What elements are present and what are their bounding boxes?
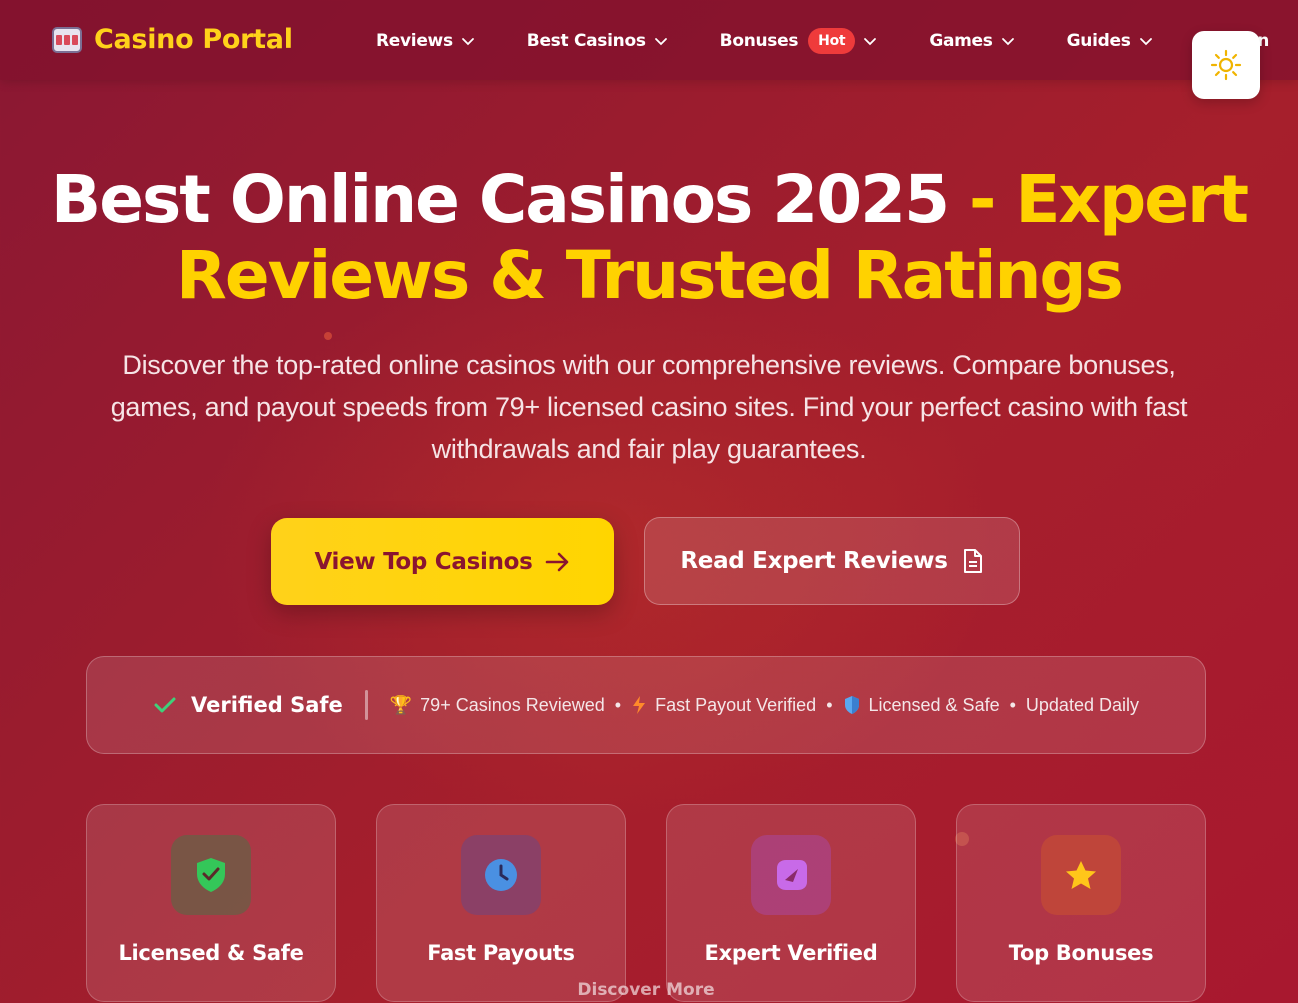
trust-list: 🏆 79+ Casinos Reviewed • Fast Payout Ver… [390,695,1139,716]
chevron-down-icon [654,38,667,46]
lightning-icon [633,696,646,714]
nav-item-guides[interactable]: Guides [1067,31,1153,51]
main-nav: Reviews Best Casinos Bonuses Hot Games G… [376,28,1298,54]
arrow-right-icon [545,552,568,571]
check-icon [154,697,176,713]
hero-subtitle: Discover the top-rated online casinos wi… [110,350,1188,464]
verified-label: Verified Safe [191,693,343,717]
card-icon-wrap [171,835,251,915]
button-label: Read Expert Reviews [680,548,948,574]
sparkle-dot [324,332,332,340]
feature-card-fast-payouts[interactable]: Fast Payouts [376,804,626,1002]
feature-card-top-bonuses[interactable]: Top Bonuses [956,804,1206,1002]
separator-dot: • [826,694,833,715]
star-icon [1066,861,1096,889]
hero-title: Best Online Casinos 2025 - Expert Review… [40,162,1258,314]
site-header: Casino Portal Reviews Best Casinos Bonus… [0,0,1298,99]
nav-item-best-casinos[interactable]: Best Casinos [527,31,668,51]
nav-item-label: Games [929,31,993,51]
hot-badge: Hot [808,28,856,54]
logo-text: Casino Portal [94,24,293,55]
feature-card-expert-verified[interactable]: Expert Verified [666,804,916,1002]
nav-item-label: Bonuses [719,31,799,51]
card-icon-wrap [751,835,831,915]
sun-icon [1210,49,1242,81]
trust-item: Updated Daily [1025,694,1139,715]
card-label: Top Bonuses [1008,941,1154,965]
feature-card-licensed[interactable]: Licensed & Safe [86,804,336,1002]
shield-icon [844,696,859,714]
theme-toggle-button[interactable] [1192,31,1260,99]
badge-icon [777,860,807,890]
slot-machine-icon [52,26,82,53]
separator-dot: • [614,694,622,715]
hero-title-accent-line2: Reviews & Trusted Ratings [176,237,1124,314]
document-icon [963,549,982,573]
nav-item-bonuses[interactable]: Bonuses Hot [720,28,878,54]
button-label: View Top Casinos [314,548,533,575]
chevron-down-icon [1001,38,1014,46]
hero-title-accent: - Expert [948,161,1249,238]
clock-icon [485,859,517,891]
card-label: Expert Verified [704,941,878,965]
chevron-down-icon [864,38,877,46]
nav-item-label: Best Casinos [526,31,646,51]
chevron-down-icon [461,38,474,46]
read-expert-reviews-button[interactable]: Read Expert Reviews [644,517,1020,605]
trophy-icon: 🏆 [389,694,413,715]
nav-item-reviews[interactable]: Reviews [376,31,475,51]
nav-item-label: Guides [1066,31,1131,51]
trust-bar: Verified Safe 🏆 79+ Casinos Reviewed • F… [86,656,1206,754]
nav-item-games[interactable]: Games [929,31,1014,51]
hero-title-main: Best Online Casinos 2025 [50,161,950,238]
verified-safe: Verified Safe [153,693,343,717]
discover-more-link[interactable]: Discover More [546,980,746,1000]
chevron-down-icon [1139,38,1152,46]
card-label: Fast Payouts [427,941,575,965]
card-icon-wrap [461,835,541,915]
trust-item: Licensed & Safe [868,694,1000,715]
card-icon-wrap [1041,835,1121,915]
nav-item-label: Reviews [376,31,453,51]
trust-item: Fast Payout Verified [655,694,817,715]
card-label: Licensed & Safe [118,941,304,965]
separator-dot: • [1009,694,1016,715]
shield-check-icon [197,858,225,892]
divider [364,690,368,720]
logo[interactable]: Casino Portal [52,24,293,55]
view-top-casinos-button[interactable]: View Top Casinos [271,518,614,605]
trust-item: 79+ Casinos Reviewed [420,694,605,715]
